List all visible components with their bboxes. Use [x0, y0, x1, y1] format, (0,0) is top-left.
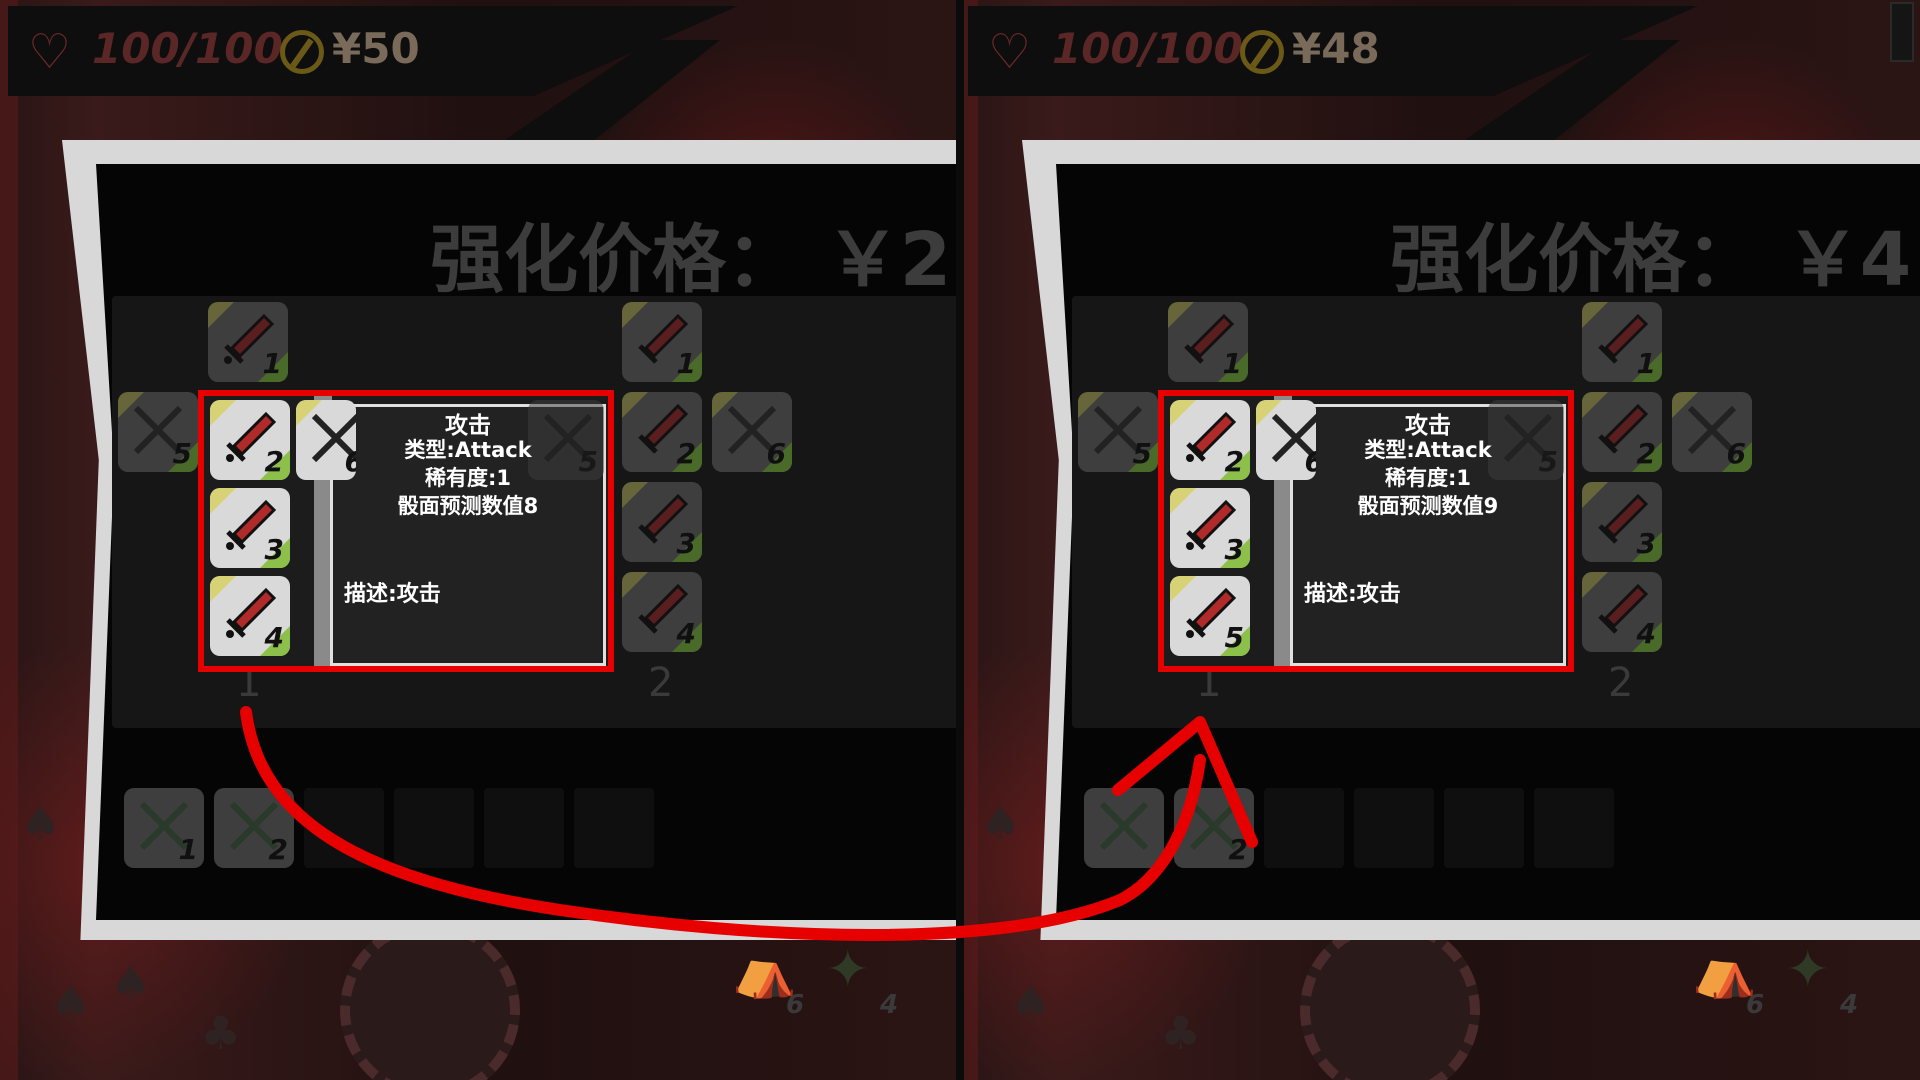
hud-box	[1890, 2, 1914, 62]
screenshot-after: ♠ ♣ ♣ ♠ ♡ 100/100 ¥48 强化价格： ￥4 1 5 1 2 6	[960, 0, 1920, 1080]
tray-die-value: 2	[1228, 833, 1248, 866]
die-face[interactable]: 1	[1168, 302, 1248, 382]
die-face[interactable]: 2	[210, 400, 290, 480]
die-value: 3	[1636, 527, 1656, 560]
coin-icon	[280, 30, 324, 74]
heart-icon: ♡	[28, 24, 72, 80]
die-face[interactable]: 4	[210, 576, 290, 656]
die-value: 3	[264, 533, 284, 566]
club-icon: ♣	[1160, 1006, 1202, 1060]
heart-icon: ♡	[988, 24, 1032, 80]
die-value: 5	[1132, 437, 1152, 470]
die-face[interactable]: 6	[1672, 392, 1752, 472]
tray-slot[interactable]	[304, 788, 384, 868]
tray-die[interactable]: 2	[214, 788, 294, 868]
die-face[interactable]: 3	[1582, 482, 1662, 562]
die-face[interactable]: 1	[1582, 302, 1662, 382]
tooltip-type: 类型:Attack	[1364, 438, 1492, 462]
die-tooltip-highlight: 2 3 4 6 5 攻击 类型:Attack 稀有度:1 骰面预测数值8 描述:…	[198, 390, 614, 672]
tooltip-predicted-value: 骰面预测数值9	[1357, 494, 1499, 518]
die-value: 2	[264, 445, 284, 478]
die-value: 1	[676, 347, 696, 380]
sparkle-icon: ✦	[1786, 940, 1830, 1000]
sparkle-icon: ✦	[826, 940, 870, 1000]
tooltip-rarity: 稀有度:1	[1384, 466, 1471, 490]
die-value: 1	[1222, 347, 1242, 380]
die-value: 2	[1636, 437, 1656, 470]
spade-icon: ♠	[1010, 976, 1052, 1030]
upgrade-price-title: 强化价格： ￥2	[430, 217, 952, 303]
panel-separator	[956, 0, 964, 1080]
die-value: 2	[676, 437, 696, 470]
die-value: 4	[676, 617, 696, 650]
item-count: 4	[1840, 990, 1859, 1020]
coin-icon	[1240, 30, 1284, 74]
tooltip-rarity: 稀有度:1	[424, 466, 511, 490]
tray-die[interactable]: 1	[124, 788, 204, 868]
die-face[interactable]: 1	[208, 302, 288, 382]
tray-die[interactable]	[1084, 788, 1164, 868]
tray-slot[interactable]	[574, 788, 654, 868]
tray-slot[interactable]	[1534, 788, 1614, 868]
column-label: 2	[1608, 660, 1634, 706]
item-count: 6	[1746, 990, 1765, 1020]
item-count: 4	[880, 990, 899, 1020]
tooltip-description: 描述:攻击	[344, 582, 441, 607]
tray-slot[interactable]	[1354, 788, 1434, 868]
upgrade-price-title: 强化价格： ￥4	[1390, 217, 1912, 303]
die-face[interactable]: 6	[712, 392, 792, 472]
tray-die[interactable]: 2	[1174, 788, 1254, 868]
spade-icon: ♠	[110, 956, 152, 1010]
tray-die-value: 2	[268, 833, 288, 866]
die-value: 1	[262, 347, 282, 380]
tooltip-type: 类型:Attack	[404, 438, 532, 462]
die-face[interactable]: 5	[1170, 576, 1250, 656]
die-face[interactable]: 3	[210, 488, 290, 568]
die-value: 2	[1224, 445, 1244, 478]
die-face[interactable]: 3	[1170, 488, 1250, 568]
tray-slot[interactable]	[1264, 788, 1344, 868]
screenshot-before: ♠ ♣ ♣ ♠ ♠ ♡ 100/100 ¥50 强化价格： ￥2 1 5 1 2…	[0, 0, 960, 1080]
item-count: 6	[786, 990, 805, 1020]
spade-icon: ♠	[980, 796, 1022, 850]
money-value: ¥48	[1292, 24, 1380, 73]
money-value: ¥50	[332, 24, 420, 73]
die-face[interactable]: 3	[622, 482, 702, 562]
die-face[interactable]: 1	[622, 302, 702, 382]
die-tooltip-highlight: 2 3 5 6 5 攻击 类型:Attack 稀有度:1 骰面预测数值9 描述:…	[1158, 390, 1574, 672]
tooltip-description: 描述:攻击	[1304, 582, 1401, 607]
tooltip-predicted-value: 骰面预测数值8	[397, 494, 539, 518]
club-icon: ♣	[200, 1006, 242, 1060]
die-value: 4	[264, 621, 284, 654]
crossed-swords-icon	[1099, 801, 1149, 851]
die-value: 6	[766, 437, 786, 470]
bg-stripe	[0, 0, 18, 1080]
column-label: 2	[648, 660, 674, 706]
die-value: 4	[1636, 617, 1656, 650]
tray-slot[interactable]	[1444, 788, 1524, 868]
tray-slot[interactable]	[394, 788, 474, 868]
tray-die-value: 1	[178, 833, 198, 866]
die-value: 1	[1636, 347, 1656, 380]
die-face[interactable]: 2	[622, 392, 702, 472]
die-value: 3	[1224, 533, 1244, 566]
die-value: 5	[172, 437, 192, 470]
spade-icon: ♠	[20, 796, 62, 850]
die-face[interactable]: 5	[118, 392, 198, 472]
die-face[interactable]: 2	[1582, 392, 1662, 472]
die-value: 3	[676, 527, 696, 560]
hp-value: 100/100	[92, 24, 283, 73]
die-value: 5	[1224, 621, 1244, 654]
spade-icon: ♠	[50, 976, 92, 1030]
die-face[interactable]: 4	[1582, 572, 1662, 652]
die-face[interactable]: 2	[1170, 400, 1250, 480]
die-face[interactable]: 4	[622, 572, 702, 652]
die-face[interactable]: 5	[1078, 392, 1158, 472]
tray-slot[interactable]	[484, 788, 564, 868]
hp-value: 100/100	[1052, 24, 1243, 73]
die-value: 6	[1726, 437, 1746, 470]
